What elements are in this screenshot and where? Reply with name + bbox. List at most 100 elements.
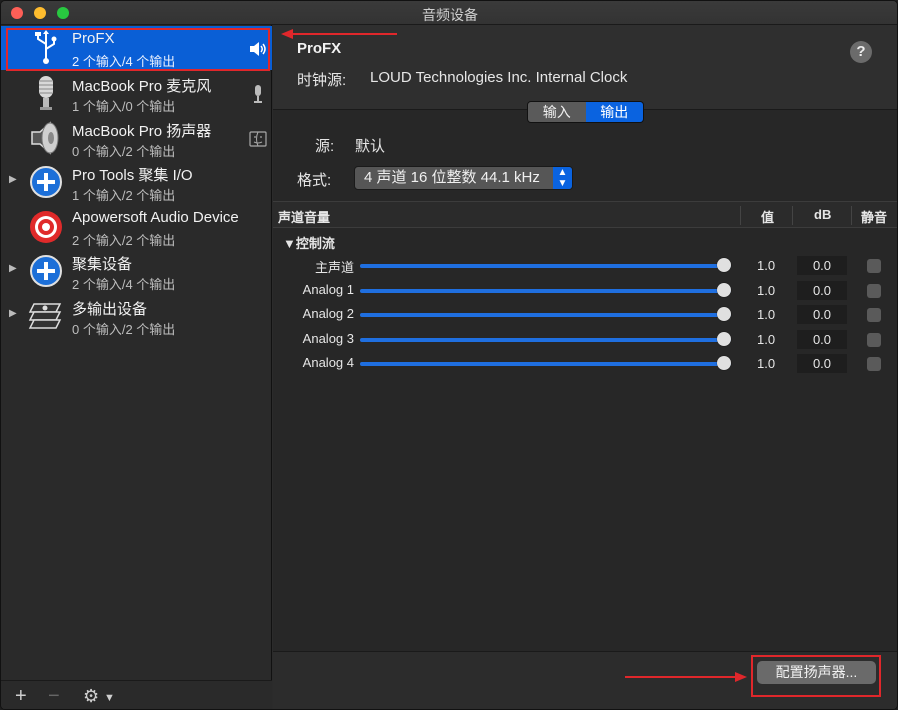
volume-slider[interactable] — [360, 338, 731, 342]
channel-value: 1.0 — [757, 283, 776, 298]
speaker-icon — [31, 121, 59, 155]
channel-db-field[interactable]: 0.0 — [797, 281, 847, 300]
volume-slider-knob[interactable] — [717, 356, 731, 370]
column-mute: 静音 — [861, 210, 888, 225]
disclosure-triangle-icon[interactable]: ▶ — [9, 263, 17, 274]
sidebar-item-multi-output[interactable]: ▶ 多输出设备 0 个输入/2 个输出 — [1, 294, 272, 338]
sidebar-toolbar: + − ⚙ ▼ — [1, 680, 272, 709]
volume-slider[interactable] — [360, 264, 731, 268]
tab-output[interactable]: 输出 — [585, 102, 643, 122]
device-name: MacBook Pro 麦克风 — [72, 78, 212, 95]
detail-bottom-bar: 配置扬声器... — [273, 651, 897, 709]
title-bar: 音频设备 — [1, 1, 897, 25]
channel-row: Analog 3 1.0 0.0 — [273, 328, 897, 352]
multi-output-icon — [28, 303, 62, 329]
sidebar-item-aggregate-device[interactable]: ▶ 聚集设备 2 个输入/4 个输出 — [1, 249, 272, 293]
add-device-button[interactable]: + — [15, 685, 27, 708]
chevron-down-icon[interactable]: ▼ — [104, 692, 115, 704]
sidebar-item-macbook-mic[interactable]: MacBook Pro 麦克风 1 个输入/0 个输出 — [1, 71, 272, 115]
aggregate-plus-icon — [30, 255, 62, 287]
channel-name: Analog 4 — [302, 355, 354, 370]
mute-checkbox[interactable] — [867, 333, 881, 347]
disclosure-triangle-icon[interactable]: ▶ — [9, 308, 17, 319]
volume-slider-knob[interactable] — [717, 332, 731, 346]
channel-row: 主声道 1.0 0.0 — [273, 254, 897, 278]
volume-slider[interactable] — [360, 362, 731, 366]
channel-value: 1.0 — [757, 258, 776, 273]
mute-checkbox[interactable] — [867, 308, 881, 322]
annotation-arrow-head — [281, 29, 293, 39]
remove-device-button[interactable]: − — [48, 685, 60, 708]
device-io: 1 个输入/2 个输出 — [72, 188, 176, 203]
detail-header: ProFX 时钟源: LOUD Technologies Inc. Intern… — [273, 25, 897, 110]
format-select[interactable]: 4 声道 16 位整数 44.1 kHz ▲ ▼ — [354, 166, 573, 190]
channel-db-field[interactable]: 0.0 — [797, 305, 847, 324]
mute-checkbox[interactable] — [867, 357, 881, 371]
volume-slider-knob[interactable] — [717, 258, 731, 272]
microphone-icon — [39, 76, 53, 110]
target-icon — [30, 211, 62, 243]
channel-name: Analog 2 — [302, 306, 354, 321]
sidebar-item-macbook-speaker[interactable]: MacBook Pro 扬声器 0 个输入/2 个输出 — [1, 116, 272, 160]
channel-value: 1.0 — [757, 307, 776, 322]
mute-checkbox[interactable] — [867, 284, 881, 298]
channel-db-field[interactable]: 0.0 — [797, 354, 847, 373]
highlight-box — [751, 655, 881, 697]
highlight-box — [6, 28, 270, 71]
channel-name: 主声道 — [314, 260, 354, 275]
audio-midi-window: 音频设备 ProFX 2 个输入/4 个输出 MacBook Pro 麦克风 1… — [0, 0, 898, 710]
volume-table-header: 声道音量 值 dB 静音 — [273, 201, 897, 228]
annotation-arrow-head — [735, 672, 747, 682]
chevron-up-down-icon: ▲ ▼ — [553, 167, 572, 189]
column-divider — [792, 206, 793, 225]
device-name: Apowersoft Audio Device — [72, 209, 239, 226]
microphone-small-icon — [254, 85, 262, 103]
device-title: ProFX — [297, 40, 342, 57]
volume-slider[interactable] — [360, 313, 731, 317]
sidebar-item-pro-tools-aggregate[interactable]: ▶ Pro Tools 聚集 I/O 1 个输入/2 个输出 — [1, 160, 272, 204]
gear-icon[interactable]: ⚙ — [83, 686, 99, 707]
column-divider — [851, 206, 852, 225]
aggregate-plus-icon — [30, 166, 62, 198]
channel-name: Analog 3 — [302, 331, 354, 346]
channel-db-field[interactable]: 0.0 — [797, 256, 847, 275]
format-label: 格式: — [297, 172, 332, 189]
column-value: 值 — [761, 210, 775, 225]
device-io: 2 个输入/2 个输出 — [72, 233, 176, 248]
mute-checkbox[interactable] — [867, 259, 881, 273]
input-output-segmented-control: 输入 输出 — [527, 101, 644, 123]
sidebar-item-profx[interactable]: ProFX 2 个输入/4 个输出 — [1, 26, 272, 71]
volume-slider-knob[interactable] — [717, 307, 731, 321]
volume-slider[interactable] — [360, 289, 731, 293]
channel-row: Analog 1 1.0 0.0 — [273, 279, 897, 303]
help-button[interactable]: ? — [850, 41, 872, 63]
volume-slider-knob[interactable] — [717, 283, 731, 297]
finder-icon — [249, 131, 267, 147]
device-name: 多输出设备 — [72, 301, 148, 318]
source-value: 默认 — [355, 138, 386, 155]
channel-value: 1.0 — [757, 332, 776, 347]
source-label: 源: — [315, 138, 335, 155]
column-db: dB — [814, 207, 832, 222]
device-io: 0 个输入/2 个输出 — [72, 322, 176, 337]
tab-input[interactable]: 输入 — [528, 102, 586, 122]
channel-db-field[interactable]: 0.0 — [797, 330, 847, 349]
device-detail-panel: ProFX 时钟源: LOUD Technologies Inc. Intern… — [273, 25, 897, 709]
channel-name: Analog 1 — [302, 282, 354, 297]
device-io: 1 个输入/0 个输出 — [72, 99, 176, 114]
device-name: MacBook Pro 扬声器 — [72, 123, 212, 140]
device-name: Pro Tools 聚集 I/O — [72, 167, 193, 184]
column-divider — [740, 206, 741, 225]
clock-source-label: 时钟源: — [297, 72, 347, 89]
annotation-arrow — [291, 33, 397, 35]
channel-value: 1.0 — [757, 356, 776, 371]
channel-row: Analog 4 1.0 0.0 — [273, 352, 897, 376]
column-channel-volume: 声道音量 — [278, 210, 331, 225]
sidebar-item-apowersoft[interactable]: Apowersoft Audio Device 2 个输入/2 个输出 — [1, 205, 272, 249]
clock-source-value[interactable]: LOUD Technologies Inc. Internal Clock — [370, 69, 627, 86]
control-stream-group[interactable]: ▼控制流 — [283, 233, 335, 252]
disclosure-triangle-icon[interactable]: ▶ — [9, 174, 17, 185]
device-sidebar: ProFX 2 个输入/4 个输出 MacBook Pro 麦克风 1 个输入/… — [1, 25, 272, 709]
device-name: 聚集设备 — [72, 256, 133, 273]
window-title: 音频设备 — [422, 7, 478, 23]
